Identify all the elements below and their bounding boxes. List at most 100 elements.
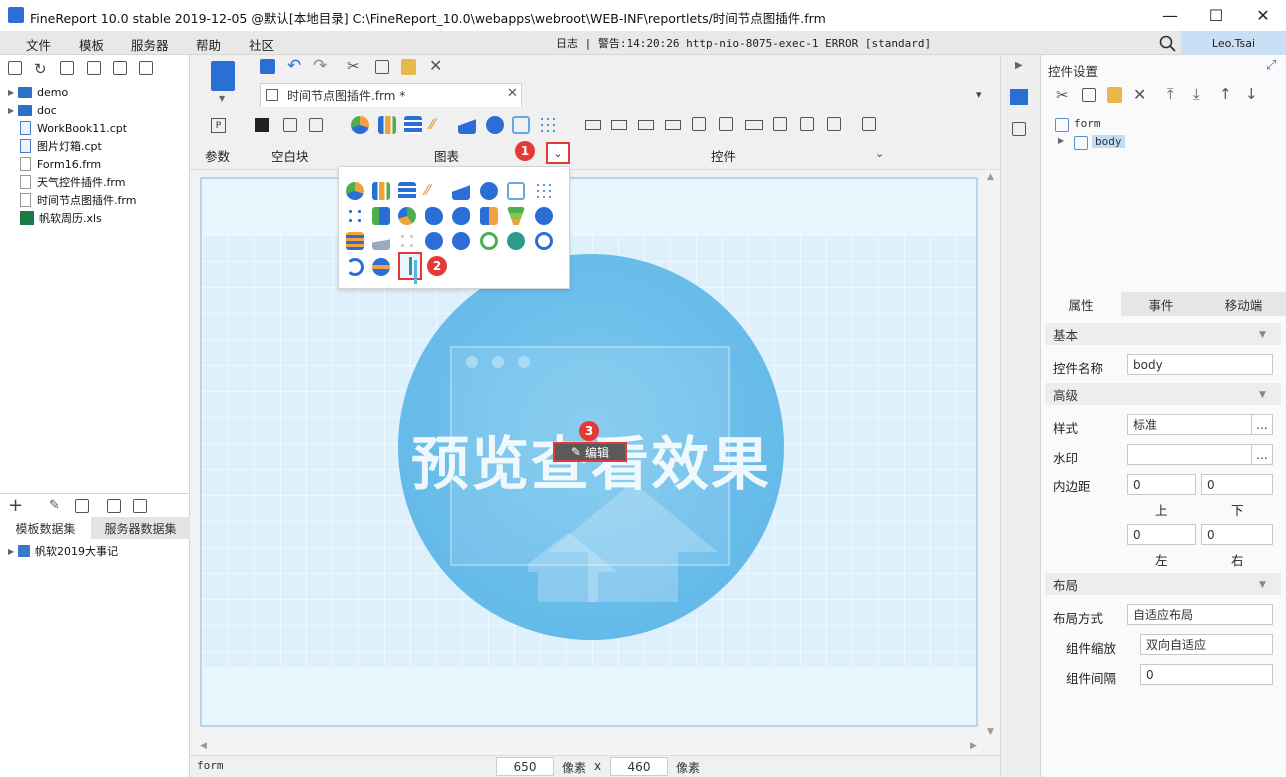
dashboard-chart-icon[interactable] xyxy=(535,232,553,250)
new-template-icon[interactable] xyxy=(211,61,235,91)
redo-icon[interactable]: ↷ xyxy=(313,56,327,76)
tab-document[interactable]: 时间节点图插件.frm * xyxy=(260,83,522,107)
scroll-up-icon[interactable]: ▲ xyxy=(987,172,994,182)
table-block-icon[interactable] xyxy=(309,118,323,132)
padding-right-stepper[interactable]: 0 xyxy=(1201,524,1273,545)
delete-icon[interactable]: ✕ xyxy=(1133,85,1146,104)
dataset-item[interactable]: ▶ 帆软2019大事记 xyxy=(8,542,118,560)
padding-left-stepper[interactable]: 0 xyxy=(1127,524,1196,545)
chevron-down-icon[interactable]: ▼ xyxy=(1259,580,1266,590)
scatter-chart-icon[interactable] xyxy=(539,116,557,134)
move-top-icon[interactable]: ⤒ xyxy=(1167,85,1174,103)
dropdown-tree-icon[interactable] xyxy=(692,117,706,131)
layout-mode-select[interactable]: 自适应布局 xyxy=(1127,604,1273,625)
move-up-icon[interactable]: ↑ xyxy=(1219,85,1232,103)
horizontal-scrollbar[interactable] xyxy=(198,740,983,755)
expand-icon[interactable]: ▶ xyxy=(8,106,18,115)
new-folder-icon[interactable] xyxy=(8,61,22,75)
cut-icon[interactable]: ✂ xyxy=(347,57,360,75)
gap-stepper[interactable]: 0 xyxy=(1140,664,1273,685)
expand-icon[interactable]: ▶ xyxy=(8,547,18,556)
tab-events[interactable]: 事件 xyxy=(1121,292,1201,316)
tree-item-file[interactable]: 图片灯箱.cpt xyxy=(8,137,102,155)
menu-help[interactable]: 帮助 xyxy=(196,35,221,54)
scroll-right-icon[interactable]: ▶ xyxy=(970,741,977,751)
button-widget-icon[interactable] xyxy=(638,120,654,130)
tree-item-file[interactable]: 天气控件插件.frm xyxy=(8,173,125,191)
world-map-icon[interactable] xyxy=(452,232,470,250)
scatter-chart-icon[interactable] xyxy=(535,182,553,200)
watermark-input[interactable] xyxy=(1127,444,1252,465)
minimize-button[interactable]: — xyxy=(1147,0,1193,31)
date-widget-icon[interactable] xyxy=(719,117,733,131)
copy-icon[interactable] xyxy=(375,60,389,74)
refresh-icon[interactable]: ↻ xyxy=(34,60,47,78)
chart-expand-button[interactable]: ⌄ xyxy=(546,142,570,164)
name-input[interactable]: body xyxy=(1127,354,1273,375)
expand-icon[interactable]: ▶ xyxy=(1058,136,1064,145)
scroll-down-icon[interactable]: ▼ xyxy=(987,727,994,737)
tree-item-file[interactable]: 时间节点图插件.frm xyxy=(8,191,136,209)
liquid-chart-icon[interactable] xyxy=(372,258,390,276)
chevron-down-icon[interactable]: ▼ xyxy=(219,94,225,103)
word-cloud-icon[interactable] xyxy=(507,232,525,250)
gauge-chart-icon[interactable] xyxy=(486,116,504,134)
menu-template[interactable]: 模板 xyxy=(79,35,104,54)
treemap-icon[interactable] xyxy=(480,207,498,225)
textbox-widget-icon[interactable] xyxy=(585,120,601,130)
region-map-icon[interactable] xyxy=(452,207,470,225)
collapse-arrow-icon[interactable]: ▶ xyxy=(1015,60,1023,71)
scale-select[interactable]: 双向自适应 xyxy=(1140,634,1273,655)
copy-icon[interactable] xyxy=(1082,88,1096,102)
watermark-more-button[interactable]: ... xyxy=(1251,444,1273,465)
move-down-icon[interactable]: ↓ xyxy=(1245,85,1258,103)
line-chart-icon[interactable]: ⁄⁄ xyxy=(430,117,435,133)
tree-item-file[interactable]: WorkBook11.cpt xyxy=(8,119,127,137)
pie-chart-icon[interactable] xyxy=(346,182,364,200)
chevron-down-icon[interactable]: ▼ xyxy=(1259,390,1266,400)
close-tab-icon[interactable]: ✕ xyxy=(507,86,518,101)
line-chart-icon[interactable]: ⁄⁄ xyxy=(425,183,430,199)
gantt-chart-icon[interactable] xyxy=(346,232,364,250)
progress-ring-icon[interactable] xyxy=(346,258,364,276)
section-layout[interactable]: 布局 xyxy=(1045,573,1281,595)
radar-chart-icon[interactable] xyxy=(512,116,530,134)
frame-chart-icon[interactable] xyxy=(398,232,416,250)
menu-file[interactable]: 文件 xyxy=(26,35,51,54)
horizontal-bar-icon[interactable] xyxy=(404,116,422,134)
padding-bottom-stepper[interactable]: 0 xyxy=(1201,474,1273,495)
number-widget-icon[interactable] xyxy=(745,120,763,130)
area-chart-icon[interactable] xyxy=(458,116,476,134)
search-icon[interactable] xyxy=(1159,35,1176,52)
param-icon[interactable]: P xyxy=(211,118,226,133)
style-more-button[interactable]: ... xyxy=(1251,414,1273,435)
copy-icon[interactable] xyxy=(139,61,153,75)
tree-item-file[interactable]: 帆软周历.xls xyxy=(8,209,102,227)
bar-chart-icon[interactable] xyxy=(372,182,390,200)
pie-chart-icon[interactable] xyxy=(351,116,369,134)
area-chart-icon[interactable] xyxy=(452,182,470,200)
bar-chart-icon[interactable] xyxy=(378,116,396,134)
preview-dataset-icon[interactable] xyxy=(107,499,121,513)
blank-block-icon[interactable] xyxy=(255,118,269,132)
section-advanced[interactable]: 高级 xyxy=(1045,383,1281,405)
chevron-down-icon[interactable]: ▼ xyxy=(1259,330,1266,340)
horizontal-bar-icon[interactable] xyxy=(398,182,416,200)
log-status[interactable]: 日志 | 警告:14:20:26 http-nio-8075-exec-1 ER… xyxy=(556,35,931,51)
height-input[interactable]: 460 xyxy=(610,757,668,776)
edit-icon[interactable]: ✎ xyxy=(49,498,60,513)
tab-mobile[interactable]: 移动端 xyxy=(1201,292,1286,316)
delete-icon[interactable]: ✕ xyxy=(429,56,442,75)
ring-chart-icon[interactable] xyxy=(480,232,498,250)
cut-icon[interactable]: ✂ xyxy=(1056,86,1069,104)
width-input[interactable]: 650 xyxy=(496,757,554,776)
split-block-icon[interactable] xyxy=(283,118,297,132)
radio-group-icon[interactable] xyxy=(800,117,814,131)
save-icon[interactable] xyxy=(260,59,275,74)
tab-server-dataset[interactable]: 服务器数据集 xyxy=(91,517,190,539)
donut-chart-icon[interactable] xyxy=(398,207,416,225)
close-button[interactable]: ✕ xyxy=(1240,0,1286,31)
settings-icon[interactable] xyxy=(87,61,101,75)
map-chart-icon[interactable] xyxy=(425,207,443,225)
style-input[interactable]: 标准 xyxy=(1127,414,1252,435)
